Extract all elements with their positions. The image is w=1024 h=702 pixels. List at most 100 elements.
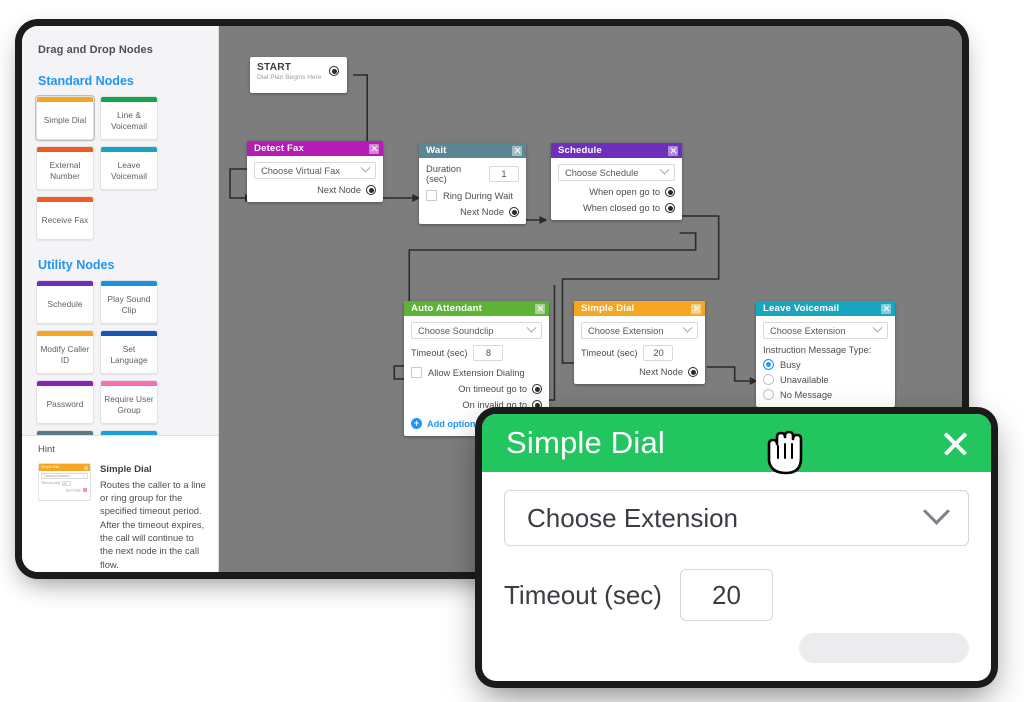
hint-thumb-header: Simple Dial [39, 464, 90, 471]
chevron-down-icon [872, 322, 883, 333]
flow-node-simple-dial[interactable]: Simple Dial Choose Extension Timeout (se… [574, 301, 705, 384]
modal-timeout-input[interactable]: 20 [679, 569, 773, 621]
node-title: Auto Attendant [411, 303, 483, 314]
when-open-output-port[interactable] [665, 187, 675, 197]
palette-node-set-language[interactable]: Set Language [100, 330, 158, 374]
standard-nodes-grid: Simple Dial Line & Voicemail External Nu… [22, 96, 218, 240]
radio-label: Busy [780, 359, 801, 370]
select-value: Choose Virtual Fax [261, 165, 340, 176]
schedule-select[interactable]: Choose Schedule [558, 164, 675, 181]
close-icon[interactable] [369, 143, 379, 154]
modal-extension-select[interactable]: Choose Extension [504, 490, 969, 546]
on-timeout-port-row: On timeout go to [411, 384, 542, 394]
modal-save-button[interactable] [799, 633, 969, 663]
allow-extension-dialing-label: Allow Extension Dialing [428, 367, 525, 378]
hint-body: Simple Dial Choose Extension Timeout (se… [38, 463, 206, 572]
radio-option-no-message[interactable]: No Message [763, 389, 888, 400]
start-node-subtitle: Dial Plan Begins Here [257, 74, 322, 81]
palette-node-label: Simple Dial [43, 115, 87, 126]
radio-icon[interactable] [763, 389, 774, 400]
timeout-label: Timeout (sec) [581, 348, 638, 358]
palette-node-require-user-group[interactable]: Require User Group [100, 380, 158, 424]
timeout-field-row: Timeout (sec) 8 [411, 345, 542, 361]
flow-node-wait[interactable]: Wait Duration (sec) 1 Ring During Wait N… [419, 143, 526, 224]
hint-text: Simple Dial Routes the caller to a line … [100, 463, 206, 572]
flow-node-start[interactable]: START Dial Plan Begins Here [250, 57, 347, 93]
timeout-input[interactable]: 20 [643, 345, 674, 361]
duration-input[interactable]: 1 [489, 166, 519, 182]
radio-icon[interactable] [763, 359, 774, 370]
add-option-label: Add option [427, 418, 476, 429]
soundclip-select[interactable]: Choose Soundclip [411, 322, 542, 339]
on-invalid-output-port[interactable] [532, 400, 542, 410]
ring-during-wait-label: Ring During Wait [443, 190, 513, 201]
node-color-bar [37, 147, 93, 152]
radio-option-busy[interactable]: Busy [763, 359, 888, 370]
palette-node-external-number[interactable]: External Number [36, 146, 94, 190]
plus-icon: + [411, 418, 422, 429]
palette-node-label: Line & Voicemail [111, 110, 147, 131]
node-color-bar [37, 331, 93, 336]
palette-node-leave-voicemail[interactable]: Leave Voicemail [100, 146, 158, 190]
modal-header[interactable]: Simple Dial [482, 414, 991, 472]
start-node-output-port[interactable] [329, 66, 339, 76]
flow-node-detect-fax[interactable]: Detect Fax Choose Virtual Fax Next Node [247, 141, 383, 202]
palette-node-simple-dial[interactable]: Simple Dial [36, 96, 94, 140]
sidebar-section-heading-standard: Standard Nodes [38, 74, 134, 88]
extension-select[interactable]: Choose Extension [581, 322, 698, 339]
virtual-fax-select[interactable]: Choose Virtual Fax [254, 162, 376, 179]
next-node-output-port[interactable] [509, 207, 519, 217]
radio-icon[interactable] [763, 374, 774, 385]
hint-thumb-select-label: Choose Extension [43, 473, 70, 478]
close-icon [84, 465, 88, 470]
hint-thumb-header-label: Simple Dial [41, 465, 60, 470]
close-icon[interactable] [939, 427, 971, 459]
close-icon[interactable] [512, 145, 522, 156]
modal-body: Choose Extension Timeout (sec) 20 [482, 472, 991, 621]
when-open-port-row: When open go to [558, 187, 675, 197]
hint-thumb-port-label: Next Node [65, 488, 81, 492]
node-body: Choose Virtual Fax Next Node [247, 156, 383, 202]
ring-during-wait-checkbox[interactable] [426, 190, 437, 201]
radio-option-unavailable[interactable]: Unavailable [763, 374, 888, 385]
node-color-bar [101, 381, 157, 386]
close-icon[interactable] [535, 303, 545, 314]
screen: Drag and Drop Nodes Standard Nodes Simpl… [0, 0, 1024, 702]
hint-thumb-port-row: Next Node [39, 486, 90, 492]
palette-node-receive-fax[interactable]: Receive Fax [36, 196, 94, 240]
hint-title: Hint [38, 444, 55, 455]
palette-node-password[interactable]: Password [36, 380, 94, 424]
close-icon[interactable] [668, 145, 678, 156]
start-node-title: START [257, 62, 292, 73]
port-label: Next Node [460, 207, 504, 217]
next-node-port-row: Next Node [254, 185, 376, 195]
chevron-down-icon [682, 322, 693, 333]
palette-node-label: Password [46, 399, 84, 410]
next-node-port-row: Next Node [426, 207, 519, 217]
node-color-bar [37, 381, 93, 386]
flow-node-schedule[interactable]: Schedule Choose Schedule When open go to… [551, 143, 682, 220]
close-icon[interactable] [691, 303, 701, 314]
hint-thumb-field: Timeout (sec) 20 [39, 479, 90, 486]
when-closed-output-port[interactable] [665, 203, 675, 213]
ring-during-wait-row: Ring During Wait [426, 190, 519, 201]
node-title: Detect Fax [254, 143, 305, 154]
flow-node-leave-voicemail[interactable]: Leave Voicemail Choose Extension Instruc… [756, 301, 895, 407]
timeout-input[interactable]: 8 [473, 345, 504, 361]
node-header: Leave Voicemail [756, 301, 895, 316]
on-timeout-output-port[interactable] [532, 384, 542, 394]
close-icon[interactable] [881, 303, 891, 314]
palette-node-play-sound-clip[interactable]: Play Sound Clip [100, 280, 158, 324]
palette-node-line-voicemail[interactable]: Line & Voicemail [100, 96, 158, 140]
node-color-bar [37, 197, 93, 202]
select-value: Choose Extension [527, 502, 739, 533]
palette-node-schedule[interactable]: Schedule [36, 280, 94, 324]
modal-timeout-label: Timeout (sec) [504, 579, 662, 610]
allow-extension-dialing-checkbox[interactable] [411, 367, 422, 378]
extension-select[interactable]: Choose Extension [763, 322, 888, 339]
next-node-output-port[interactable] [688, 367, 698, 377]
chevron-down-icon [360, 162, 371, 173]
palette-node-modify-caller-id[interactable]: Modify Caller ID [36, 330, 94, 374]
next-node-output-port[interactable] [366, 185, 376, 195]
palette-node-label: Require User Group [104, 394, 154, 415]
